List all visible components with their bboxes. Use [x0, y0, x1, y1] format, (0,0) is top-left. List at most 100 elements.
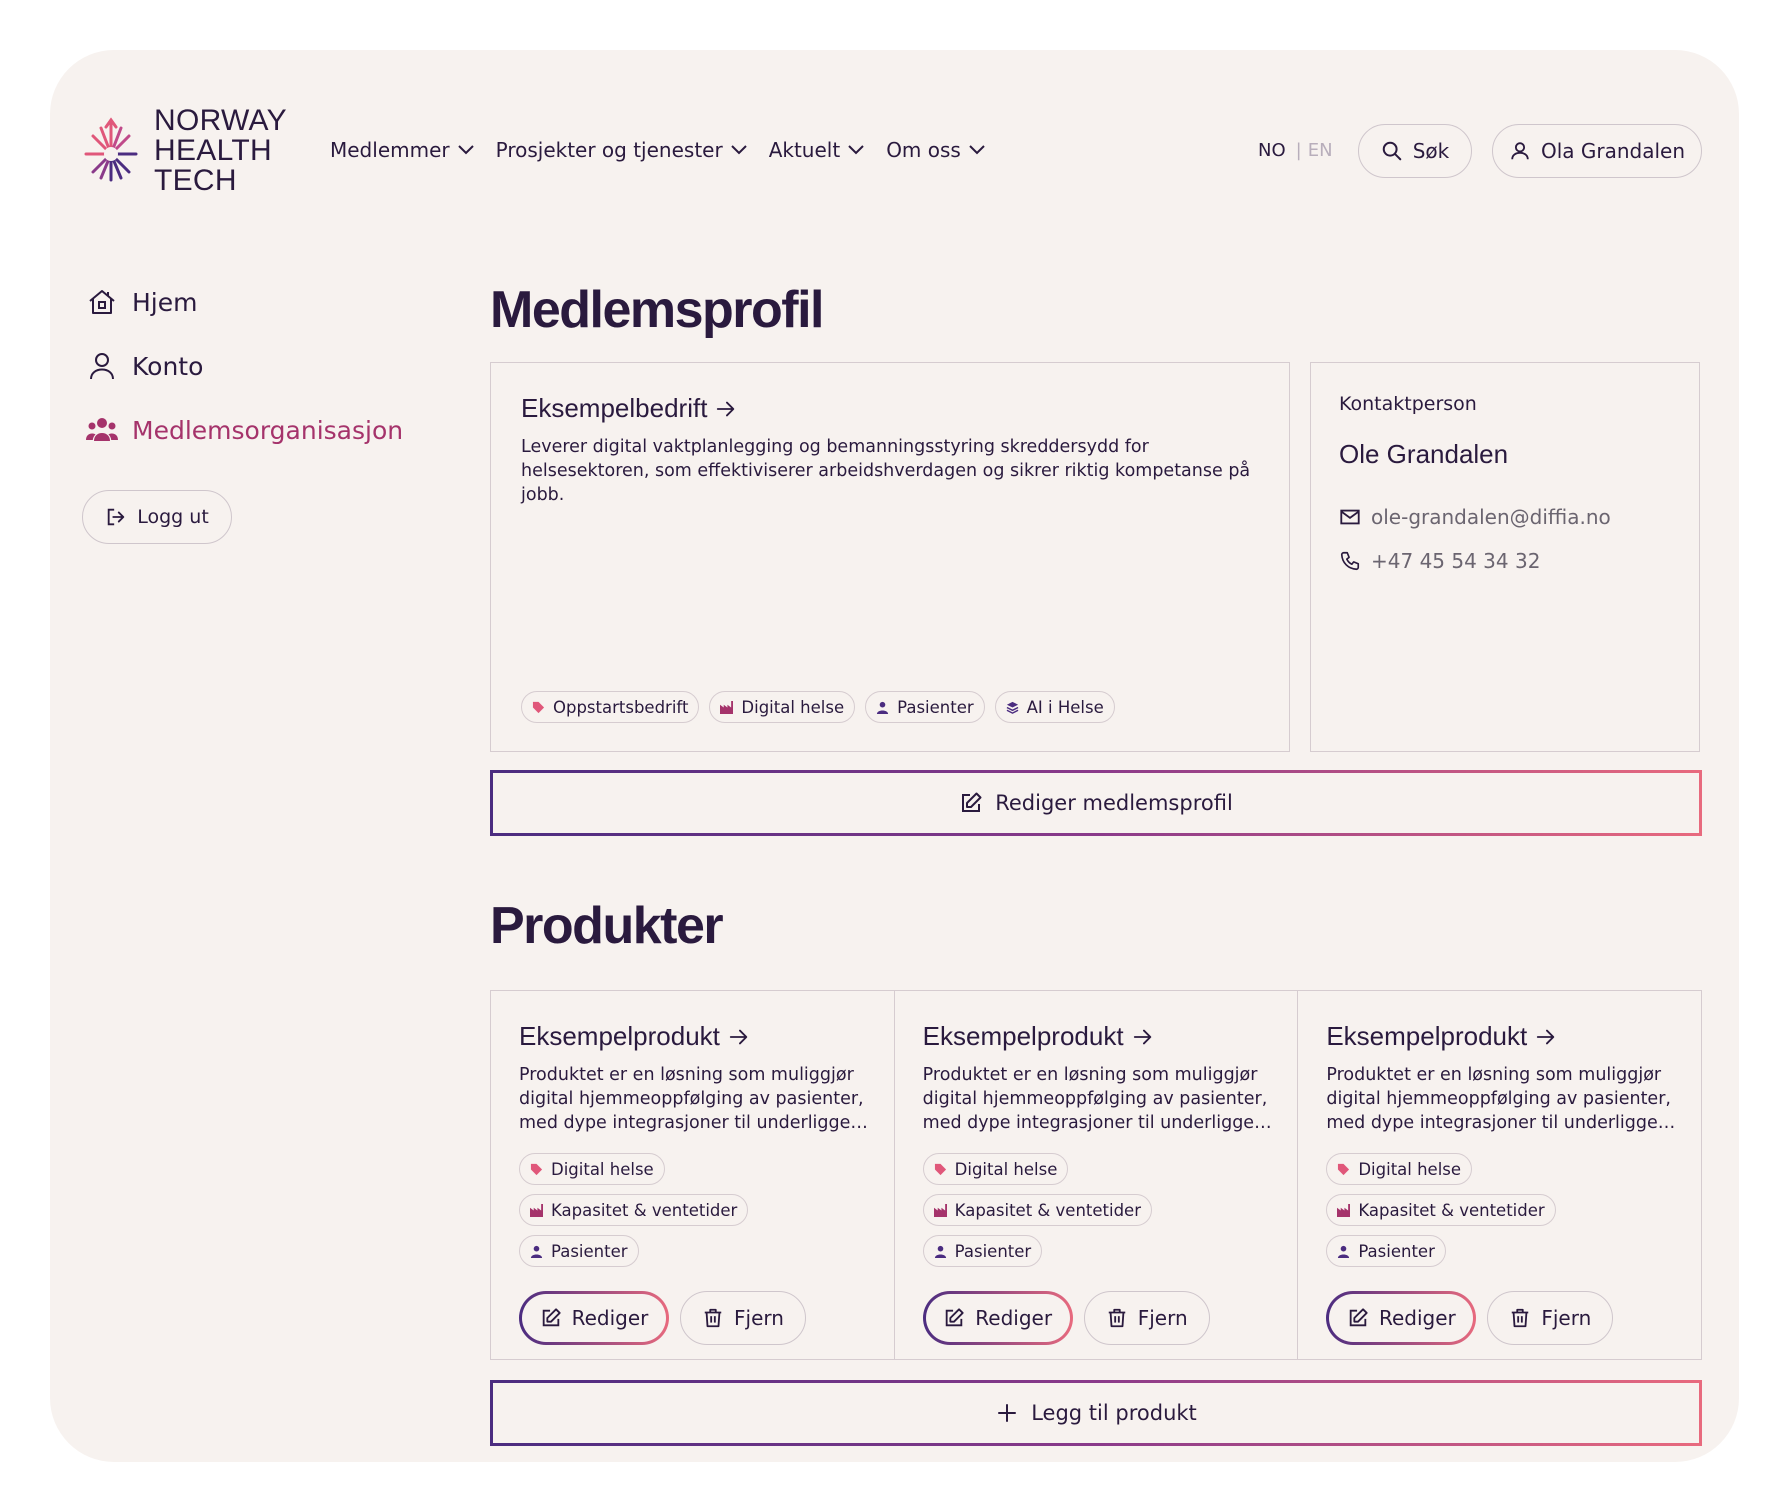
factory-icon: [933, 1203, 947, 1217]
logout-label: Logg ut: [137, 506, 209, 528]
tag: Pasienter: [865, 691, 985, 723]
tag-icon: [532, 701, 545, 713]
chevron-down-icon: [969, 145, 985, 155]
sidebar-item-label: Hjem: [132, 287, 198, 317]
search-button[interactable]: Søk: [1358, 124, 1472, 178]
tag-label: Oppstartsbedrift: [553, 697, 689, 717]
product-list: Eksempelprodukt Produktet er en løsning …: [490, 990, 1702, 1360]
nav-item-label: Om oss: [886, 138, 961, 162]
edit-product-button[interactable]: Rediger: [923, 1291, 1073, 1345]
tag: Kapasitet & ventetider: [519, 1194, 749, 1226]
product-card: Eksempelprodukt Produktet er en løsning …: [895, 991, 1299, 1359]
edit-icon: [1349, 1308, 1368, 1327]
sidebar-item-hjem[interactable]: Hjem: [86, 286, 197, 318]
company-name: Eksempelbedrift: [521, 393, 708, 423]
sidebar-item-medlemsorganisasjon[interactable]: Medlemsorganisasjon: [86, 414, 403, 446]
arrow-right-icon: [729, 1029, 748, 1044]
remove-product-button[interactable]: Fjern: [1083, 1291, 1210, 1345]
product-description: Produktet er en løsning som muliggjør di…: [1326, 1065, 1676, 1133]
tag: Kapasitet & ventetider: [1326, 1194, 1556, 1226]
company-link[interactable]: Eksempelbedrift: [521, 393, 737, 424]
search-label: Søk: [1412, 139, 1450, 163]
logo-burst-icon: [84, 117, 138, 182]
search-icon: [1382, 141, 1401, 161]
products-heading: Produkter: [490, 897, 724, 955]
tag-icon: [530, 1163, 543, 1175]
logo-text: NORWAY HEALTH TECH: [154, 106, 287, 196]
layers-icon: [1006, 701, 1019, 714]
tag: Digital helse: [922, 1153, 1069, 1185]
contact-card: Kontaktperson Ole Grandalen ole-grandale…: [1310, 362, 1700, 752]
product-card: Eksempelprodukt Produktet er en løsning …: [1298, 991, 1701, 1359]
factory-icon: [720, 700, 734, 714]
user-menu-button[interactable]: Ola Grandalen: [1492, 124, 1702, 178]
product-name: Eksempelprodukt: [922, 1021, 1124, 1051]
home-icon: [89, 290, 115, 314]
language-switcher: NO | EN: [1258, 140, 1333, 161]
nav-item-aktuelt[interactable]: Aktuelt: [769, 138, 864, 162]
logo[interactable]: NORWAY HEALTH TECH: [80, 106, 287, 196]
page-title: Medlemsprofil: [490, 281, 825, 339]
edit-product-label: Rediger: [571, 1306, 649, 1330]
logo-line-3: TECH: [154, 164, 237, 197]
nav-item-label: Medlemmer: [330, 138, 450, 162]
contact-name: Ole Grandalen: [1339, 439, 1509, 469]
logout-button[interactable]: Logg ut: [82, 490, 232, 544]
tag: Oppstartsbedrift: [521, 691, 700, 723]
edit-profile-label: Rediger medlemsprofil: [995, 791, 1233, 815]
contact-email[interactable]: ole-grandalen@diffia.no: [1339, 505, 1611, 529]
remove-product-label: Fjern: [1541, 1306, 1592, 1330]
tag-label: Digital helse: [551, 1159, 654, 1179]
tag-label: AI i Helse: [1026, 697, 1104, 717]
add-product-button[interactable]: Legg til produkt: [490, 1380, 1702, 1446]
phone-icon: [1340, 551, 1360, 571]
tag-icon: [934, 1163, 946, 1175]
trash-icon: [704, 1308, 722, 1328]
user-name: Ola Grandalen: [1540, 139, 1686, 163]
contact-phone[interactable]: +47 45 54 34 32: [1339, 549, 1540, 573]
user-icon: [90, 353, 114, 380]
product-name: Eksempelprodukt: [1326, 1021, 1528, 1051]
tag: Kapasitet & ventetider: [922, 1194, 1152, 1226]
product-link[interactable]: Eksempelprodukt: [923, 1021, 1154, 1052]
main-nav: Medlemmer Prosjekter og tjenester Aktuel…: [330, 138, 985, 162]
nav-item-om-oss[interactable]: Om oss: [886, 138, 985, 162]
company-tags: Oppstartsbedrift Digital helse Pasienter…: [521, 691, 1115, 723]
logo-line-1: NORWAY: [154, 104, 287, 137]
remove-product-button[interactable]: Fjern: [1487, 1291, 1614, 1345]
product-link[interactable]: Eksempelprodukt: [1326, 1021, 1557, 1052]
tag-label: Digital helse: [954, 1159, 1058, 1179]
edit-product-button[interactable]: Rediger: [1326, 1291, 1476, 1345]
nav-item-prosjekter[interactable]: Prosjekter og tjenester: [496, 138, 747, 162]
edit-profile-button[interactable]: Rediger medlemsprofil: [490, 770, 1702, 836]
lang-en[interactable]: EN: [1308, 140, 1333, 161]
edit-icon: [962, 792, 982, 812]
tag: Digital helse: [1326, 1153, 1473, 1185]
edit-icon: [946, 1308, 964, 1327]
product-link[interactable]: Eksempelprodukt: [519, 1021, 750, 1052]
company-description: Leverer digital vaktplanlegging og beman…: [521, 437, 1251, 505]
product-card: Eksempelprodukt Produktet er en løsning …: [491, 991, 895, 1359]
nav-item-medlemmer[interactable]: Medlemmer: [330, 138, 474, 162]
user-icon: [1511, 142, 1529, 160]
remove-product-button[interactable]: Fjern: [680, 1291, 806, 1345]
logout-icon: [107, 508, 125, 526]
product-description: Produktet er en løsning som muliggjør di…: [519, 1065, 868, 1133]
lang-no[interactable]: NO: [1258, 140, 1286, 161]
arrow-right-icon: [717, 401, 735, 416]
tag-icon: [1338, 1163, 1350, 1175]
arrow-right-icon: [1537, 1029, 1555, 1044]
sidebar-item-label: Konto: [132, 351, 204, 381]
edit-product-label: Rediger: [975, 1306, 1053, 1330]
tag-label: Kapasitet & ventetider: [551, 1200, 738, 1220]
contact-label: Kontaktperson: [1339, 393, 1477, 415]
tag: AI i Helse: [994, 691, 1115, 723]
chevron-down-icon: [457, 145, 474, 155]
remove-product-label: Fjern: [1137, 1306, 1188, 1330]
edit-product-button[interactable]: Rediger: [519, 1291, 669, 1345]
tag-label: Kapasitet & ventetider: [1358, 1200, 1545, 1220]
tag-label: Pasienter: [1358, 1241, 1435, 1261]
arrow-right-icon: [1133, 1029, 1151, 1044]
sidebar-item-konto[interactable]: Konto: [86, 350, 203, 382]
tag-label: Pasienter: [897, 697, 974, 717]
